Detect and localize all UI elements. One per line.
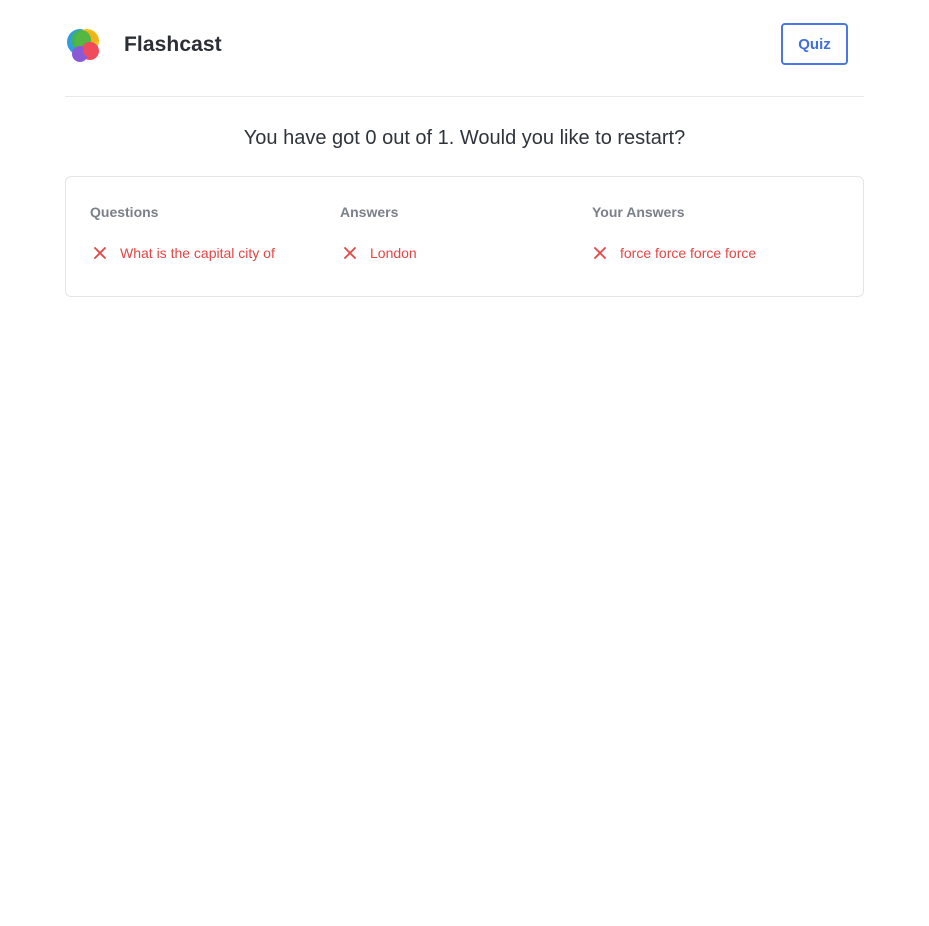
results-table: Questions Answers Your Answers What is t… bbox=[65, 176, 864, 297]
answer-cell: London bbox=[342, 245, 417, 261]
your-answer-text: force force force force bbox=[620, 245, 757, 261]
close-x-icon bbox=[92, 245, 108, 261]
app-title: Flashcast bbox=[124, 33, 222, 56]
question-text: What is the capital city of bbox=[120, 245, 275, 261]
close-x-icon bbox=[342, 245, 358, 261]
score-message: You have got 0 out of 1. Would you like … bbox=[243, 127, 686, 149]
quiz-button[interactable]: Quiz bbox=[781, 23, 848, 65]
question-cell: What is the capital city of bbox=[92, 245, 275, 261]
close-x-icon bbox=[592, 245, 608, 261]
column-header-answers: Answers bbox=[340, 204, 399, 220]
column-header-your-answers: Your Answers bbox=[592, 204, 685, 220]
answer-text: London bbox=[370, 245, 417, 261]
column-header-questions: Questions bbox=[90, 204, 159, 220]
your-answer-cell: force force force force bbox=[592, 245, 756, 261]
app-header: Flashcast Quiz bbox=[65, 0, 864, 97]
flashcast-logo-icon[interactable] bbox=[66, 27, 102, 63]
